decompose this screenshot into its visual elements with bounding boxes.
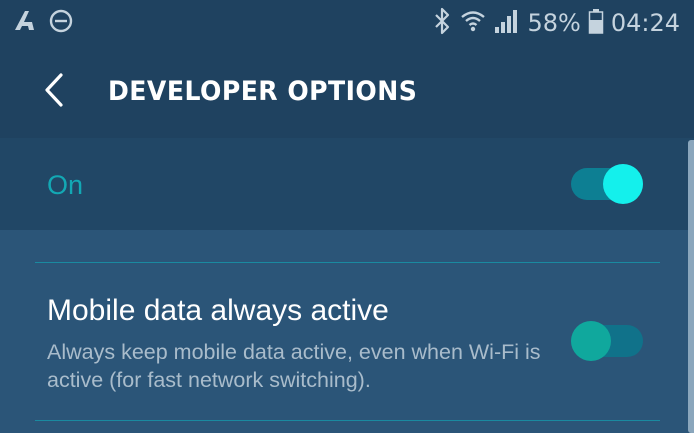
back-button[interactable] [30, 68, 78, 116]
bluetooth-icon [432, 7, 452, 40]
app-bar: DEVELOPER OPTIONS [0, 46, 694, 138]
setting-item-title: Mobile data always active [47, 294, 389, 327]
status-bar-right: 58% 04:24 [432, 6, 680, 40]
setting-item-summary: Always keep mobile data active, even whe… [47, 340, 541, 392]
scrollbar-thumb[interactable] [688, 140, 694, 433]
status-bar: 58% 04:24 [0, 0, 694, 46]
master-switch-label: On [47, 170, 84, 200]
status-bar-time: 04:24 [610, 9, 680, 37]
do-not-disturb-icon [48, 8, 74, 39]
mobile-data-toggle-thumb [571, 321, 611, 361]
status-bar-left [12, 9, 74, 37]
mobile-data-toggle[interactable] [571, 321, 643, 361]
wifi-icon [459, 7, 487, 40]
master-switch-thumb [603, 164, 643, 204]
app-notification-icon [12, 8, 38, 39]
divider-bottom [35, 420, 660, 421]
master-switch-toggle[interactable] [571, 164, 643, 204]
master-switch-row[interactable]: On [0, 138, 694, 230]
cellular-signal-icon [494, 7, 520, 40]
battery-percent: 58% [527, 9, 581, 37]
chevron-left-icon [42, 72, 66, 113]
page-title: DEVELOPER OPTIONS [108, 76, 418, 107]
divider-top [35, 262, 660, 263]
battery-icon [588, 7, 604, 40]
